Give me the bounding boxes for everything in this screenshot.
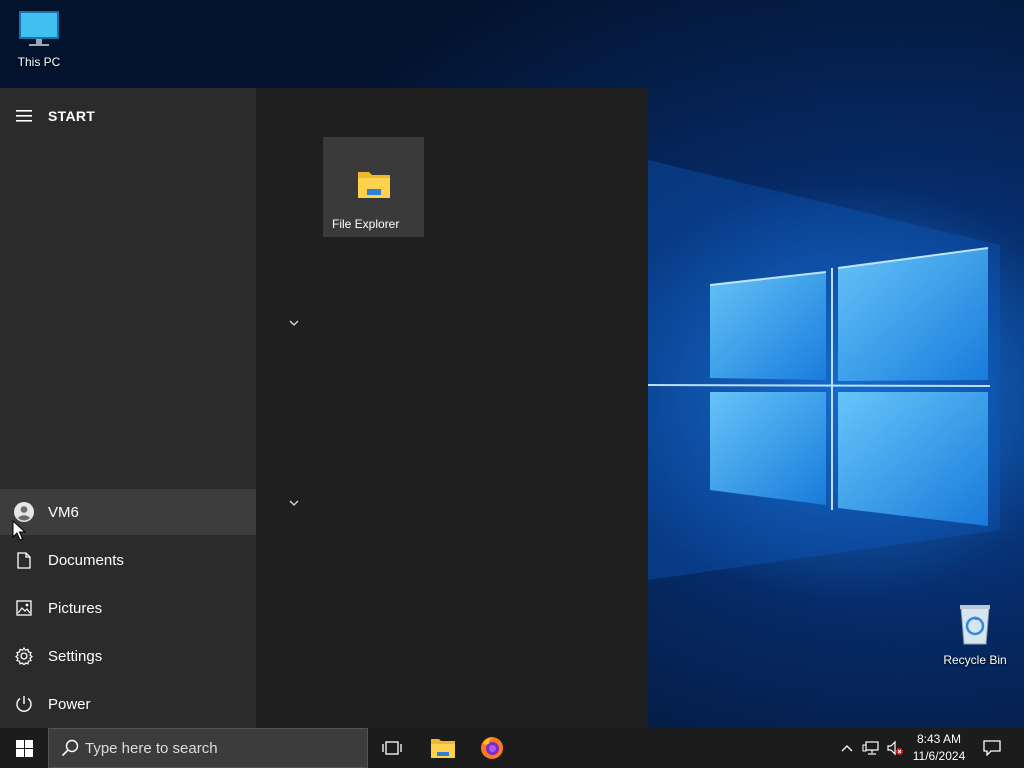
taskbar-clock[interactable]: 8:43 AM 11/6/2024 bbox=[906, 728, 972, 768]
taskbar-file-explorer[interactable] bbox=[418, 728, 468, 768]
volume-muted-icon bbox=[887, 740, 903, 756]
windows-logo-icon bbox=[15, 739, 33, 757]
search-placeholder: Type here to search bbox=[85, 739, 218, 757]
nav-item-documents[interactable]: Documents bbox=[0, 537, 256, 583]
folder-icon bbox=[358, 172, 390, 198]
nav-item-label: Settings bbox=[48, 647, 103, 665]
pictures-icon bbox=[16, 600, 32, 616]
task-view-icon bbox=[382, 741, 402, 755]
start-button[interactable] bbox=[0, 728, 48, 768]
show-hidden-icons-button[interactable] bbox=[838, 728, 856, 768]
nav-item-label: Power bbox=[48, 695, 91, 713]
chevron-down-icon bbox=[289, 500, 299, 506]
taskbar-firefox[interactable] bbox=[468, 728, 516, 768]
notification-icon bbox=[983, 740, 1001, 756]
recycle-bin-icon bbox=[960, 605, 990, 645]
mouse-cursor-icon bbox=[12, 520, 26, 541]
desktop-icon-this-pc[interactable]: This PC bbox=[1, 8, 77, 69]
taskbar: Type here to search 8:43 AM 11/6/2024 bbox=[0, 728, 1024, 768]
task-view-button[interactable] bbox=[368, 728, 416, 768]
network-icon bbox=[862, 741, 879, 755]
start-header: START bbox=[0, 88, 256, 144]
taskbar-search-box[interactable]: Type here to search bbox=[48, 728, 368, 768]
start-title: START bbox=[48, 108, 96, 124]
nav-item-power[interactable]: Power bbox=[0, 681, 256, 727]
nav-item-label: Documents bbox=[48, 551, 124, 569]
user-name: VM6 bbox=[48, 503, 79, 521]
start-menu-tiles: File Explorer bbox=[256, 88, 648, 728]
desktop-icon-recycle-bin[interactable]: Recycle Bin bbox=[937, 602, 1013, 667]
clock-date: 11/6/2024 bbox=[912, 749, 966, 763]
document-icon bbox=[17, 551, 31, 569]
nav-item-pictures[interactable]: Pictures bbox=[0, 585, 256, 631]
tile-label: File Explorer bbox=[332, 217, 400, 231]
user-account-button[interactable]: VM6 bbox=[0, 489, 256, 535]
nav-item-label: Pictures bbox=[48, 599, 103, 617]
start-menu-nav: START VM6 Documents Pictures Settings Po… bbox=[0, 88, 256, 728]
search-icon bbox=[61, 739, 79, 757]
network-status-button[interactable] bbox=[860, 728, 882, 768]
power-icon bbox=[16, 696, 32, 712]
desktop-icon-label: Recycle Bin bbox=[943, 653, 1007, 667]
folder-icon bbox=[431, 739, 455, 758]
desktop-icon-label: This PC bbox=[17, 55, 61, 69]
hamburger-icon bbox=[16, 110, 32, 122]
volume-button[interactable] bbox=[884, 728, 906, 768]
hamburger-menu-button[interactable] bbox=[0, 88, 48, 144]
firefox-icon bbox=[481, 737, 503, 759]
group-collapse-button[interactable] bbox=[286, 495, 302, 511]
nav-item-settings[interactable]: Settings bbox=[0, 633, 256, 679]
clock-time: 8:43 AM bbox=[916, 732, 962, 746]
group-collapse-button[interactable] bbox=[286, 315, 302, 331]
chevron-up-icon bbox=[841, 745, 853, 752]
action-center-button[interactable] bbox=[976, 728, 1008, 768]
gear-icon bbox=[15, 647, 33, 665]
chevron-down-icon bbox=[289, 320, 299, 326]
tile-file-explorer[interactable]: File Explorer bbox=[323, 137, 424, 237]
monitor-icon bbox=[19, 11, 59, 46]
